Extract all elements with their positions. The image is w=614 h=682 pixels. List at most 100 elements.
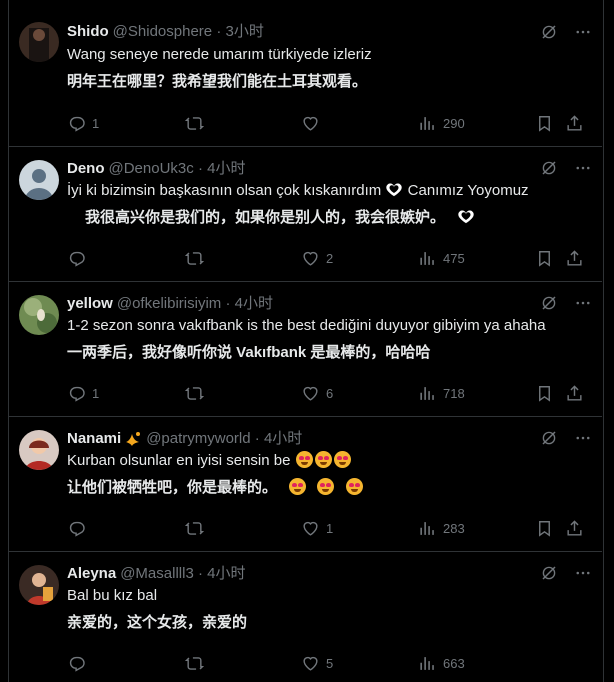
share-button[interactable]	[565, 113, 584, 133]
reply-icon	[67, 384, 86, 403]
heart-eyes-emoji-icon	[314, 451, 332, 468]
like-button[interactable]: 5	[301, 653, 333, 673]
tweet-text: 1-2 sezon sonra vakıfbank is the best de…	[67, 317, 546, 334]
like-count: 5	[326, 655, 334, 671]
heart-eyes-emoji-icon	[295, 451, 313, 468]
reply-icon	[67, 519, 86, 538]
more-icon[interactable]	[574, 294, 592, 312]
like-count: 1	[326, 520, 334, 536]
display-name[interactable]: Nanami	[67, 430, 121, 447]
retweet-icon	[185, 654, 204, 673]
grok-icon[interactable]	[540, 429, 558, 447]
reply-button[interactable]: 1	[67, 383, 99, 403]
avatar[interactable]	[19, 565, 59, 605]
views-count: 283	[443, 520, 465, 536]
reply-count: 1	[92, 385, 100, 401]
avatar[interactable]	[19, 160, 59, 200]
user-handle[interactable]: @DenoUk3c	[109, 160, 194, 177]
tweet-translation: 一两季后，我好像听你说 Vakıfbank 是最棒的，哈哈哈	[67, 344, 431, 361]
timestamp[interactable]: 4小时	[235, 295, 273, 312]
separator-dot: ·	[216, 23, 222, 40]
retweet-button[interactable]	[185, 383, 210, 403]
retweet-button[interactable]	[185, 113, 210, 133]
display-name[interactable]: Shido	[67, 23, 109, 40]
timestamp[interactable]: 3小时	[225, 23, 263, 40]
views-icon	[418, 249, 437, 268]
reply-button[interactable]	[67, 518, 92, 538]
display-name[interactable]: Deno	[67, 160, 105, 177]
heart-eyes-emoji-icon	[317, 478, 335, 495]
separator-dot: ·	[197, 565, 203, 582]
heart-eyes-emoji-icon	[289, 478, 307, 495]
separator-dot: ·	[254, 430, 260, 447]
reply-tweet[interactable]: Deno @DenoUk3c · 4小时 İyi ki bizimsin başk…	[8, 146, 602, 282]
retweet-button[interactable]	[185, 653, 210, 673]
avatar[interactable]	[19, 430, 59, 470]
more-icon[interactable]	[574, 429, 592, 447]
grok-icon[interactable]	[540, 294, 558, 312]
display-name[interactable]: Aleyna	[67, 565, 116, 582]
bookmark-button[interactable]	[535, 518, 554, 538]
retweet-icon	[185, 519, 204, 538]
heart-hands-emoji-icon	[457, 210, 475, 224]
reply-tweet[interactable]: Shido @Shidosphere · 3小时 Wang seneye nere…	[8, 0, 602, 147]
heart-eyes-emoji-icon	[345, 478, 363, 495]
grok-icon[interactable]	[540, 564, 558, 582]
share-button[interactable]	[565, 383, 584, 403]
views-button[interactable]: 283	[418, 518, 465, 538]
like-button[interactable]: 1	[301, 518, 333, 538]
user-handle[interactable]: @ofkelibirisiyim	[117, 295, 221, 312]
like-button[interactable]	[301, 113, 326, 133]
like-button[interactable]: 6	[301, 383, 333, 403]
views-button[interactable]: 475	[418, 248, 465, 268]
views-count: 663	[443, 655, 465, 671]
avatar[interactable]	[19, 22, 59, 62]
more-icon[interactable]	[574, 23, 592, 41]
more-icon[interactable]	[574, 159, 592, 177]
share-icon	[565, 519, 584, 538]
tweet-text-end: Canımız Yoyomuz	[407, 182, 529, 199]
tweet-translation: 亲爱的，这个女孩，亲爱的	[67, 614, 248, 631]
user-handle[interactable]: @Masallll3	[120, 565, 194, 582]
tweet-text: Kurban olsunlar en iyisi sensin be	[67, 451, 582, 471]
reply-tweet[interactable]: Aleyna @Masallll3 · 4小时 Bal bu kız bal 亲爱…	[8, 551, 602, 682]
reply-tweet[interactable]: yellow @ofkelibirisiyim · 4小时 1-2 sezon s…	[8, 281, 602, 417]
retweet-button[interactable]	[185, 248, 210, 268]
grok-icon[interactable]	[540, 23, 558, 41]
bookmark-button[interactable]	[535, 383, 554, 403]
bookmark-button[interactable]	[535, 113, 554, 133]
reply-button[interactable]: 1	[67, 113, 99, 133]
display-name[interactable]: yellow	[67, 295, 113, 312]
views-button[interactable]: 663	[418, 653, 465, 673]
user-handle[interactable]: @patrymyworld	[146, 430, 250, 447]
reply-button[interactable]	[67, 248, 92, 268]
reply-button[interactable]	[67, 653, 92, 673]
user-handle[interactable]: @Shidosphere	[113, 23, 212, 40]
views-icon	[418, 654, 437, 673]
tweet-translation: 我很高兴你是我们的，如果你是别人的，我会很嫉妒。	[85, 208, 582, 228]
bookmark-icon	[535, 114, 554, 133]
like-icon	[301, 519, 320, 538]
grok-icon[interactable]	[540, 159, 558, 177]
tweet-text: İyi ki bizimsin başkasının olsan çok kıs…	[67, 181, 582, 201]
share-button[interactable]	[565, 518, 584, 538]
reply-tweet[interactable]: Nanami @patrymyworld · 4小时 Kurban olsunla…	[8, 416, 602, 552]
timestamp[interactable]: 4小时	[207, 160, 245, 177]
bookmark-button[interactable]	[535, 248, 554, 268]
avatar[interactable]	[19, 295, 59, 335]
more-icon[interactable]	[574, 564, 592, 582]
retweet-button[interactable]	[185, 518, 210, 538]
timestamp[interactable]: 4小时	[264, 430, 302, 447]
like-icon	[301, 384, 320, 403]
share-button[interactable]	[565, 248, 584, 268]
views-count: 475	[443, 250, 465, 266]
like-count: 2	[326, 250, 334, 266]
share-icon	[565, 114, 584, 133]
views-button[interactable]: 718	[418, 383, 465, 403]
views-button[interactable]: 290	[418, 113, 465, 133]
like-button[interactable]: 2	[301, 248, 333, 268]
views-icon	[418, 384, 437, 403]
separator-dot: ·	[197, 160, 203, 177]
views-icon	[418, 114, 437, 133]
timestamp[interactable]: 4小时	[207, 565, 245, 582]
